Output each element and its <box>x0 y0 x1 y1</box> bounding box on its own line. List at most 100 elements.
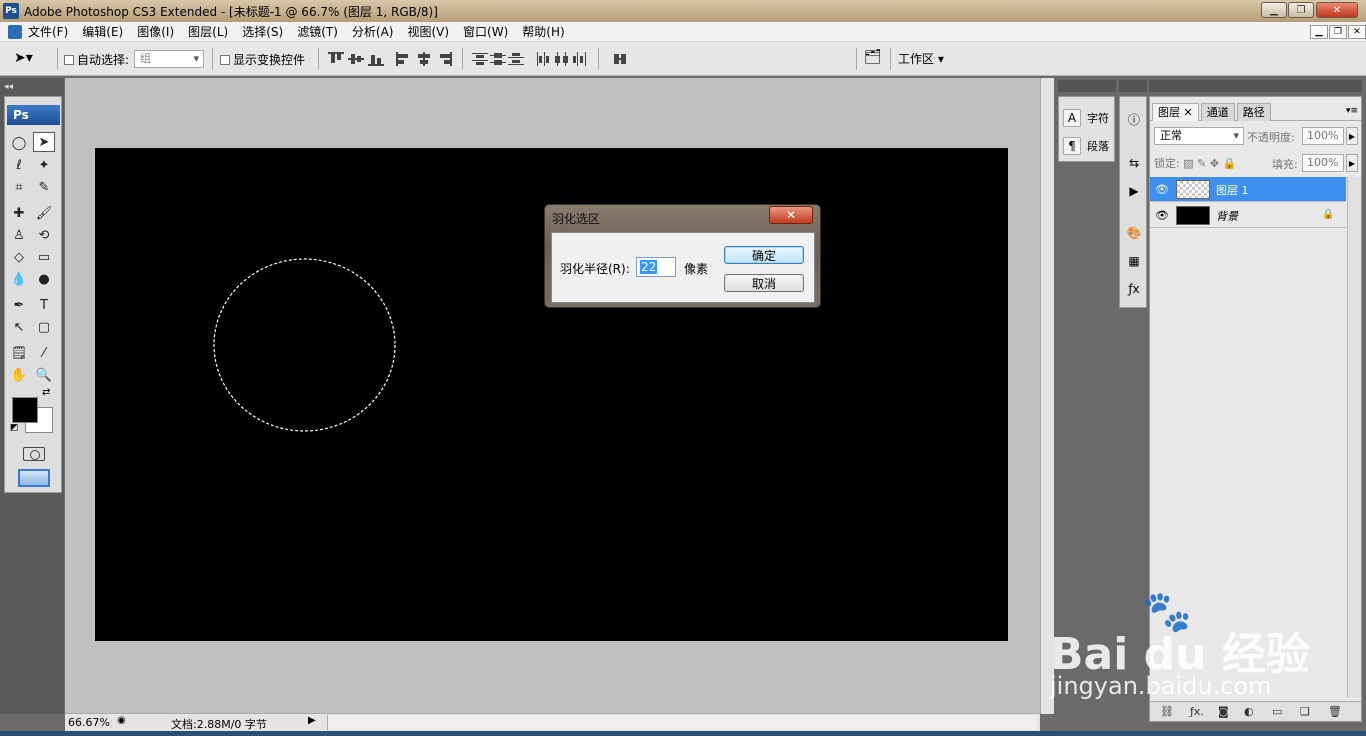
slice-tool-icon[interactable]: ✎ <box>33 177 55 197</box>
default-colors-icon[interactable]: ◩ <box>10 423 19 433</box>
auto-select-checkbox[interactable]: 自动选择: <box>64 51 129 68</box>
status-icon[interactable]: ◉ <box>117 715 126 726</box>
lasso-tool-icon[interactable]: ℓ <box>8 155 30 175</box>
panel-menu-icon[interactable]: ▾≡ <box>1346 106 1358 116</box>
screen-mode-button[interactable] <box>18 469 50 487</box>
paragraph-panel-button[interactable]: ¶ 段落 <box>1063 137 1109 155</box>
history-brush-tool-icon[interactable]: ⟲ <box>33 225 55 245</box>
doc-minimize-button[interactable]: ▁ <box>1310 25 1328 39</box>
zoom-level[interactable]: 66.67% <box>68 716 110 729</box>
tab-paths[interactable]: 路径 <box>1236 103 1271 121</box>
visibility-eye-icon[interactable]: 👁 <box>1155 209 1169 222</box>
align-right-icon[interactable] <box>436 52 452 66</box>
photoshop-logo[interactable]: Ps <box>7 105 60 125</box>
eraser-tool-icon[interactable]: ◇ <box>8 247 30 267</box>
dock-collapse-bar[interactable] <box>1119 80 1147 92</box>
marquee-ellipse-tool-icon[interactable]: ◯ <box>8 133 30 153</box>
swap-colors-icon[interactable]: ⇄ <box>42 387 50 398</box>
distribute-bottom-icon[interactable] <box>508 52 524 66</box>
lock-transparency-icon[interactable]: ▨ <box>1183 157 1193 170</box>
type-tool-icon[interactable]: T <box>33 295 55 315</box>
opacity-input[interactable]: 100% <box>1302 127 1344 145</box>
layer-row-layer-1[interactable]: 👁 图层 1 <box>1150 177 1346 202</box>
distribute-left-icon[interactable] <box>536 52 552 66</box>
workspace-menu-button[interactable]: 工作区 ▾ <box>898 50 944 67</box>
document-icon[interactable] <box>8 24 22 39</box>
checkbox-icon[interactable] <box>64 55 74 65</box>
menu-view[interactable]: 视图(V) <box>401 23 457 40</box>
move-tool-preset-icon[interactable]: ➤▾ <box>14 50 33 66</box>
window-close-button[interactable]: ✕ <box>1316 2 1358 18</box>
info-icon[interactable]: ⓘ <box>1123 109 1145 129</box>
menu-edit[interactable]: 编辑(E) <box>76 23 131 40</box>
quick-mask-button[interactable] <box>23 447 45 461</box>
crop-tool-icon[interactable]: ⌗ <box>8 177 30 197</box>
show-transform-checkbox[interactable]: 显示变换控件 <box>220 51 305 68</box>
notes-tool-icon[interactable]: 🗒 <box>8 343 30 363</box>
ok-button[interactable]: 确定 <box>724 246 804 264</box>
history-icon[interactable]: ⇆ <box>1123 153 1145 173</box>
dodge-tool-icon[interactable]: ● <box>33 269 55 289</box>
blur-tool-icon[interactable]: 💧 <box>8 269 30 289</box>
dock-collapse-bar[interactable] <box>1149 80 1362 92</box>
distribute-top-icon[interactable] <box>472 52 488 66</box>
magic-wand-tool-icon[interactable]: ✦ <box>33 155 55 175</box>
lock-all-icon[interactable]: 🔒 <box>1223 157 1237 170</box>
auto-align-layers-icon[interactable] <box>612 52 628 66</box>
menu-select[interactable]: 选择(S) <box>236 23 291 40</box>
distribute-hcenter-icon[interactable] <box>554 52 570 66</box>
canvas-horizontal-scrollbar[interactable] <box>327 715 1037 730</box>
color-palette-icon[interactable]: 🎨 <box>1123 223 1145 243</box>
pen-tool-icon[interactable]: ✒ <box>8 295 30 315</box>
checkbox-icon[interactable] <box>220 55 230 65</box>
elliptical-selection-marquee[interactable] <box>213 258 396 432</box>
gradient-tool-icon[interactable]: ▭ <box>33 247 55 267</box>
blend-mode-dropdown[interactable]: 正常 <box>1154 127 1244 145</box>
visibility-eye-icon[interactable]: 👁 <box>1155 183 1169 196</box>
menu-window[interactable]: 窗口(W) <box>457 23 516 40</box>
menu-analysis[interactable]: 分析(A) <box>346 23 402 40</box>
fill-input[interactable]: 100% <box>1302 154 1344 172</box>
menu-help[interactable]: 帮助(H) <box>516 23 572 40</box>
distribute-vcenter-icon[interactable] <box>490 52 506 66</box>
zoom-tool-icon[interactable]: 🔍 <box>33 365 55 385</box>
clone-stamp-tool-icon[interactable]: ♙ <box>8 225 30 245</box>
align-bottom-icon[interactable] <box>368 52 384 66</box>
align-vcenter-icon[interactable] <box>348 52 364 66</box>
move-tool-icon[interactable]: ➤ <box>33 132 55 152</box>
lock-image-icon[interactable]: ✎ <box>1197 157 1206 170</box>
cancel-button[interactable]: 取消 <box>724 274 804 292</box>
doc-restore-button[interactable]: ❐ <box>1329 25 1347 39</box>
tab-channels[interactable]: 通道 <box>1200 103 1235 121</box>
actions-icon[interactable]: ▶ <box>1123 181 1145 201</box>
styles-icon[interactable]: ƒx <box>1123 279 1145 299</box>
doc-close-button[interactable]: ✕ <box>1348 25 1366 39</box>
feather-radius-input[interactable]: 22 <box>636 257 676 277</box>
align-top-icon[interactable] <box>328 52 344 66</box>
align-hcenter-icon[interactable] <box>416 52 432 66</box>
tab-layers[interactable]: 图层 ✕ <box>1152 103 1199 121</box>
hand-tool-icon[interactable]: ✋ <box>8 365 30 385</box>
menu-filter[interactable]: 滤镜(T) <box>291 23 346 40</box>
spot-healing-tool-icon[interactable]: ✚ <box>8 203 30 223</box>
dock-collapse-bar[interactable] <box>1058 80 1116 92</box>
menu-file[interactable]: 文件(F) <box>22 23 76 40</box>
fill-slider-arrow-icon[interactable]: ▶ <box>1346 154 1358 172</box>
brush-tool-icon[interactable]: 🖌 <box>33 203 55 223</box>
swatches-icon[interactable]: ▦ <box>1123 251 1145 271</box>
menu-layer[interactable]: 图层(L) <box>182 23 236 40</box>
auto-select-dropdown[interactable]: 组 <box>134 50 204 68</box>
status-menu-arrow-icon[interactable]: ▶ <box>308 715 316 726</box>
distribute-right-icon[interactable] <box>572 52 588 66</box>
rectangle-shape-tool-icon[interactable]: ▢ <box>33 317 55 337</box>
lock-position-icon[interactable]: ✥ <box>1210 157 1219 170</box>
layer-row-background[interactable]: 👁 背景 🔒 <box>1150 203 1346 228</box>
eyedropper-tool-icon[interactable]: ⁄ <box>33 343 55 363</box>
opacity-slider-arrow-icon[interactable]: ▶ <box>1346 127 1358 145</box>
character-panel-button[interactable]: A 字符 <box>1063 109 1109 127</box>
collapse-arrows-icon[interactable]: ◂◂ <box>4 82 13 92</box>
dialog-close-button[interactable]: ✕ <box>769 206 813 224</box>
path-selection-tool-icon[interactable]: ↖ <box>8 317 30 337</box>
maximize-button[interactable]: ❐ <box>1288 2 1314 18</box>
foreground-color-swatch[interactable] <box>12 397 38 423</box>
